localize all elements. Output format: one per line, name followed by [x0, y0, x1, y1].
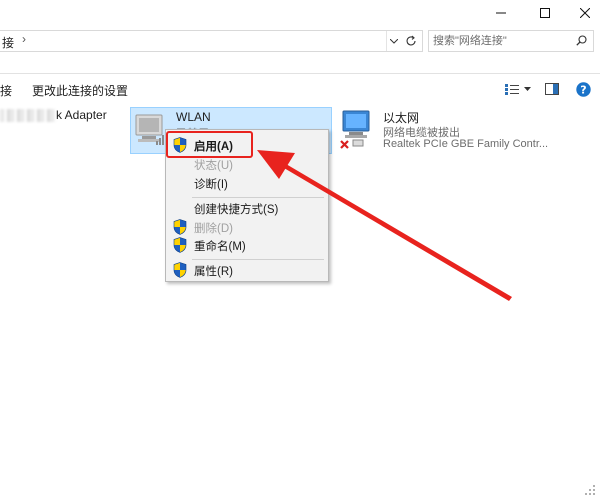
annotation-arrow: [257, 150, 512, 301]
resize-grip-icon[interactable]: [584, 484, 596, 496]
